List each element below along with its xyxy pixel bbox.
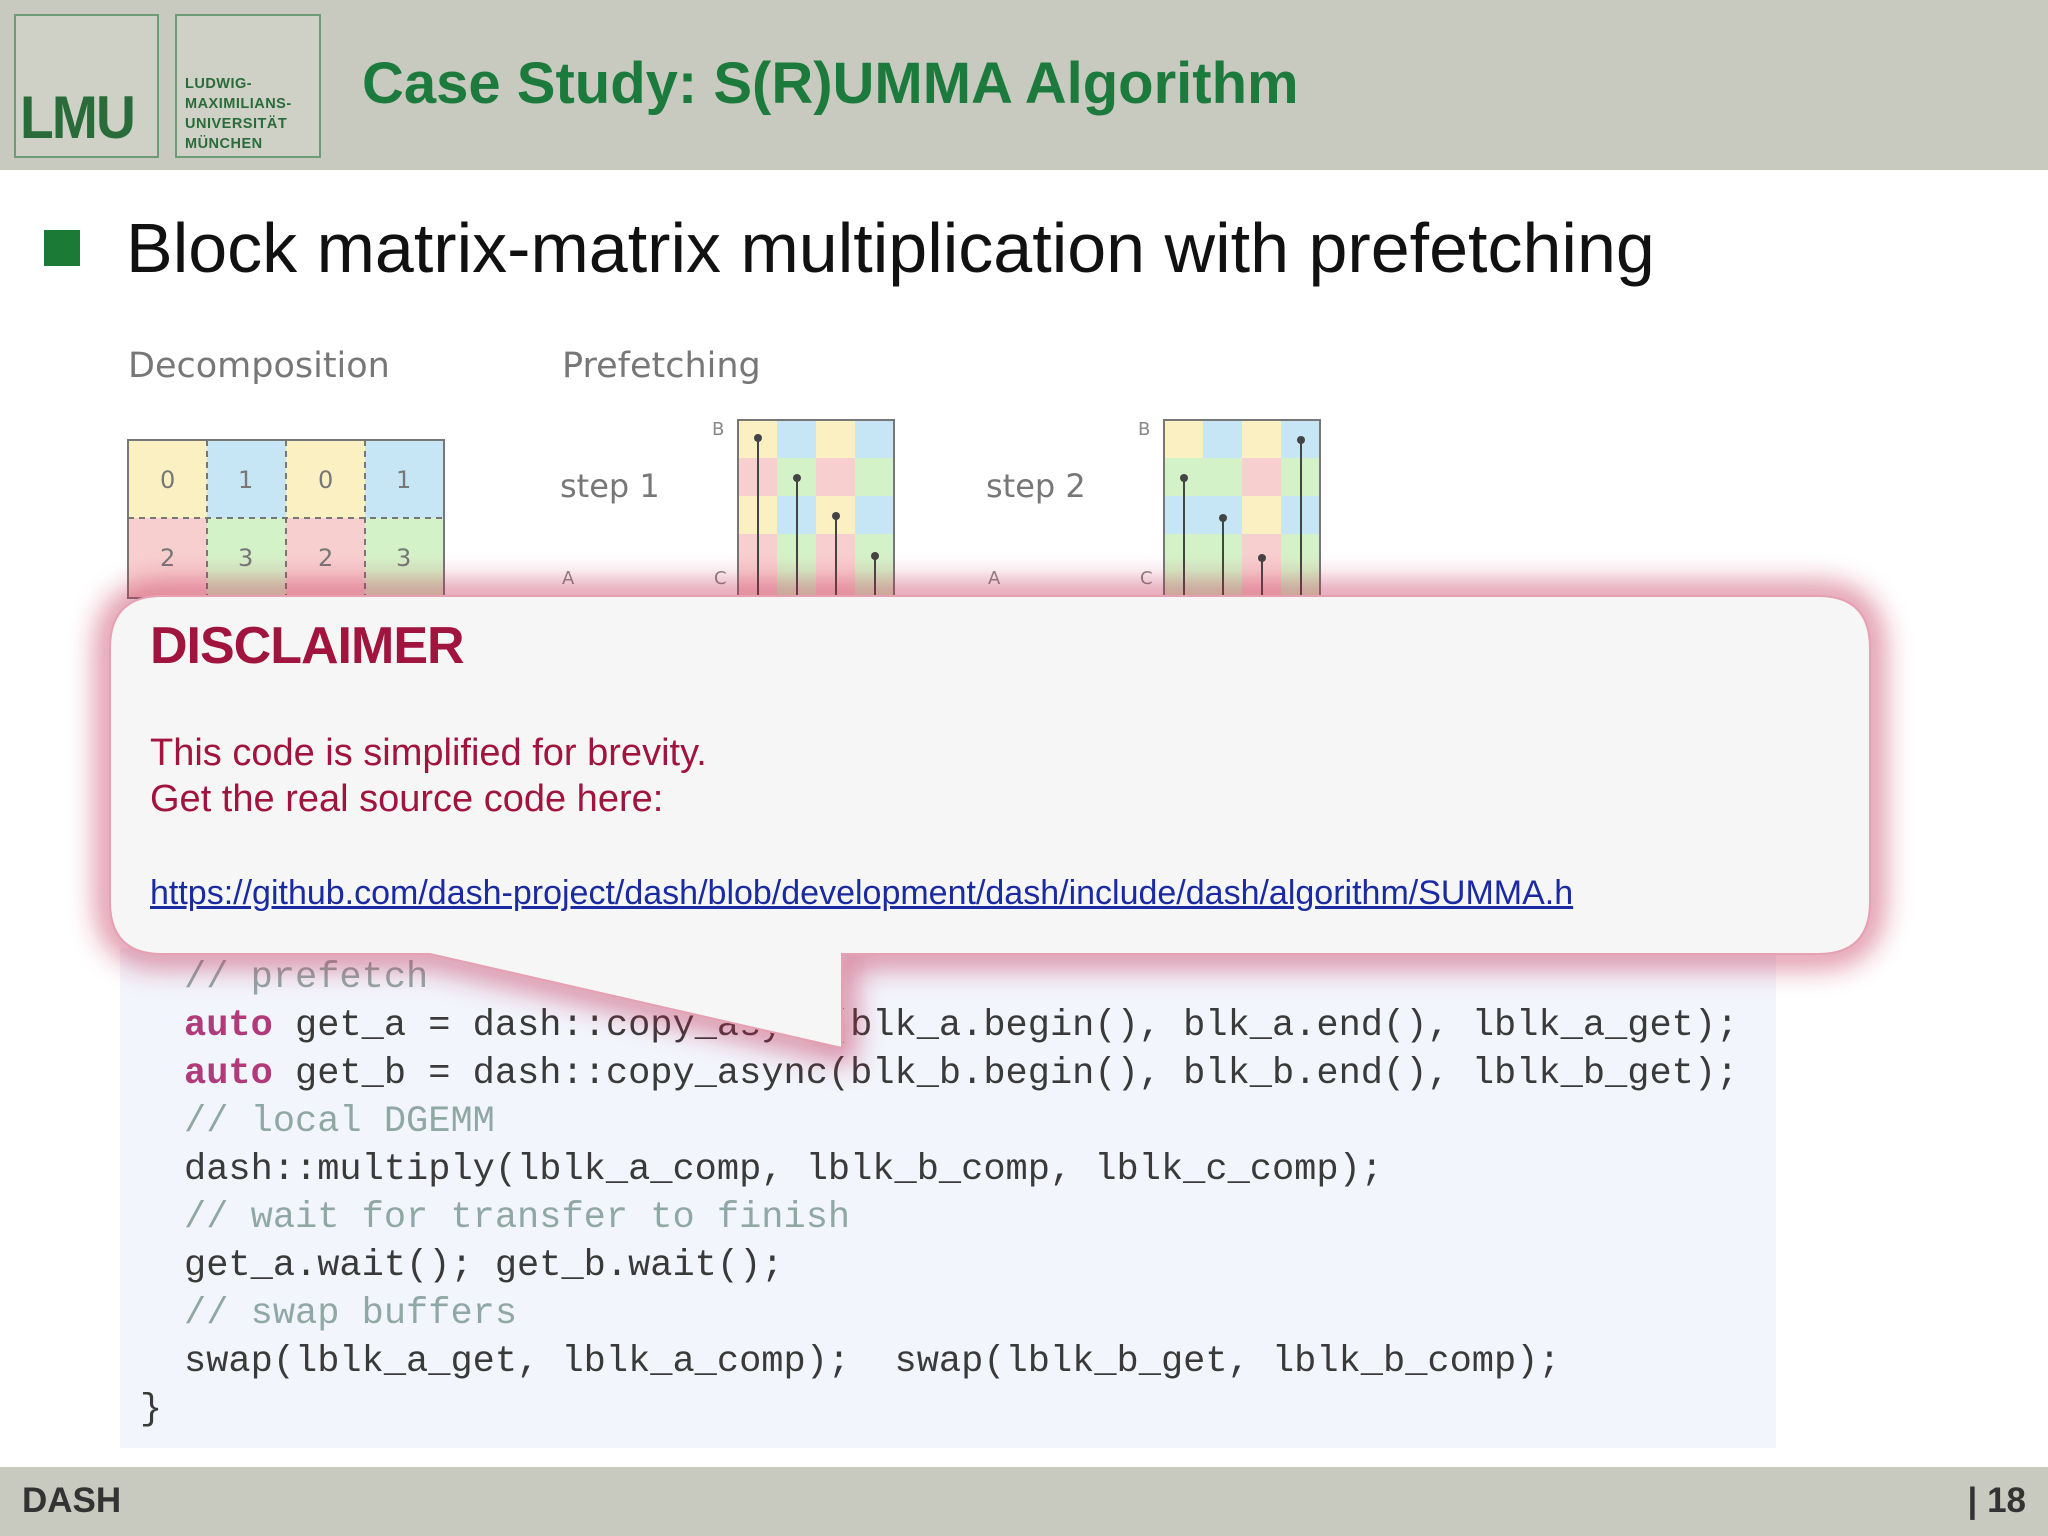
disclaimer-title: DISCLAIMER <box>150 617 465 675</box>
slide-footer: DASH | 18 <box>0 1467 2048 1536</box>
disclaimer-line: This code is simplified for brevity. <box>150 732 707 774</box>
page-number: | 18 <box>1967 1481 2026 1520</box>
disclaimer-line: Get the real source code here: <box>150 778 664 820</box>
footer-label: DASH <box>22 1481 122 1520</box>
source-code-link[interactable]: https://github.com/dash-project/dash/blo… <box>150 874 1573 913</box>
